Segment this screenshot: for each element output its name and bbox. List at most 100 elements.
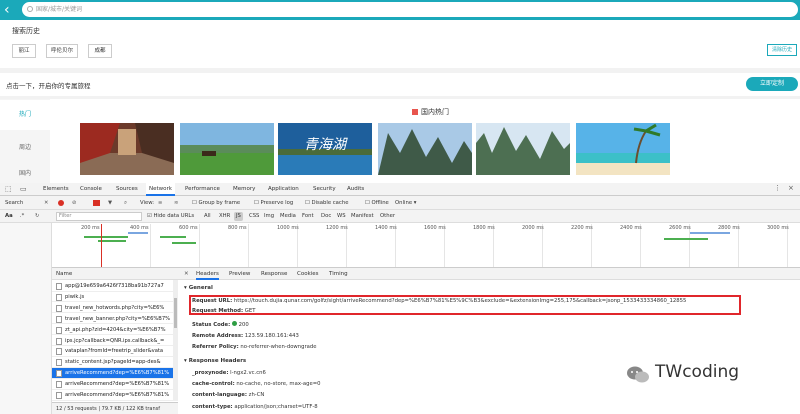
history-item[interactable]: 呼伦贝尔: [46, 44, 78, 58]
scroll-thumb[interactable]: [174, 298, 177, 328]
photo-qinghai-lake[interactable]: 青海湖: [278, 123, 372, 175]
request-row[interactable]: arriveRecommend?dep=%E6%B7%81%: [52, 368, 178, 379]
disable-cache-checkbox[interactable]: ☐ Disable cache: [305, 196, 348, 210]
back-arrow-icon[interactable]: ‹: [4, 1, 18, 19]
type-img[interactable]: Img: [264, 210, 274, 223]
nav-item-domestic[interactable]: 国内: [0, 165, 50, 183]
request-row[interactable]: travel_new_hotwords.php?city=%E6%: [52, 303, 178, 314]
tab-console[interactable]: Console: [80, 183, 102, 196]
timeline-tick: 2400 ms: [620, 225, 642, 231]
type-xhr[interactable]: XHR: [219, 210, 230, 223]
match-case-toggle[interactable]: Aa: [5, 210, 13, 223]
request-name: static_content.jsp?pageId=app-des&: [65, 359, 161, 366]
refresh-icon[interactable]: ↻: [35, 210, 39, 223]
list-scrollbar[interactable]: [173, 280, 178, 400]
tab-headers[interactable]: Headers: [196, 268, 219, 280]
type-all[interactable]: All: [204, 210, 211, 223]
photo-grassland[interactable]: [180, 123, 274, 175]
record-icon[interactable]: [58, 200, 64, 206]
type-other[interactable]: Other: [380, 210, 395, 223]
tab-cookies[interactable]: Cookies: [297, 268, 319, 280]
waterfall-bar: [664, 238, 708, 240]
tab-security[interactable]: Security: [313, 183, 336, 196]
waterfall-view-icon[interactable]: ≋: [174, 196, 178, 210]
clear-icon[interactable]: ⊘: [72, 196, 76, 210]
referrer-policy-row: Referrer Policy: no-referrer-when-downgr…: [192, 344, 317, 350]
nav-item-hot[interactable]: 热门: [0, 100, 50, 130]
type-doc[interactable]: Doc: [321, 210, 331, 223]
request-name: arriveRecommend?dep=%E6%B7%81%: [65, 381, 170, 388]
close-details-icon[interactable]: ✕: [184, 268, 189, 280]
tab-timing[interactable]: Timing: [329, 268, 348, 280]
search-input[interactable]: 国家/城市/关键词: [22, 2, 798, 17]
watermark-text: TWcoding: [655, 362, 740, 382]
timeline-tick: 200 ms: [81, 225, 100, 231]
nav-item-nearby[interactable]: 周边: [0, 133, 50, 163]
grid-line: [248, 224, 249, 267]
request-row[interactable]: zt_api.php?zid=4204&city=%E6%B7%: [52, 325, 178, 336]
tab-audits[interactable]: Audits: [347, 183, 364, 196]
wechat-icon: [627, 366, 649, 383]
timeline-tick: 2200 ms: [571, 225, 593, 231]
history-item[interactable]: 丽江: [12, 44, 36, 58]
list-view-icon[interactable]: ≡: [158, 196, 162, 210]
type-css[interactable]: CSS: [249, 210, 259, 223]
request-row[interactable]: static_content.jsp?pageId=app-des&: [52, 357, 178, 368]
search-icon[interactable]: ⌕: [124, 196, 127, 210]
more-icon[interactable]: ⋮: [774, 184, 781, 192]
inspect-icon[interactable]: ⬚: [5, 185, 12, 193]
regex-toggle[interactable]: .*: [20, 210, 24, 223]
throttle-select[interactable]: Online ▾: [395, 196, 416, 210]
filter-icon[interactable]: ▼: [108, 196, 112, 210]
close-icon[interactable]: ×: [788, 184, 794, 192]
request-name: ips.jcp?callback=QNR.ips.callback&_=: [65, 337, 165, 344]
request-row[interactable]: ips.jcp?callback=QNR.ips.callback&_=: [52, 336, 178, 347]
tab-application[interactable]: Application: [268, 183, 299, 196]
waterfall-bar: [84, 236, 128, 238]
customize-button[interactable]: 立即定制: [746, 77, 798, 91]
hide-data-urls-checkbox[interactable]: ☑ Hide data URLs: [147, 210, 194, 223]
offline-checkbox[interactable]: ☐ Offline: [365, 196, 389, 210]
response-headers-toggle[interactable]: ▾ Response Headers: [184, 358, 246, 364]
clear-history-button[interactable]: 清除历史: [767, 44, 797, 56]
tab-elements[interactable]: Elements: [43, 183, 69, 196]
request-name: travel_new_banner.php?city=%E6%B7%: [65, 315, 171, 322]
type-ws[interactable]: WS: [337, 210, 346, 223]
filter-input[interactable]: Filter: [56, 212, 142, 221]
file-icon: [56, 293, 62, 301]
file-icon: [56, 315, 62, 323]
photo-beach[interactable]: [576, 123, 670, 175]
tab-network[interactable]: Network: [146, 183, 175, 196]
photo-mountains[interactable]: [378, 123, 472, 175]
tab-performance[interactable]: Performance: [185, 183, 220, 196]
tab-preview[interactable]: Preview: [229, 268, 250, 280]
name-column-header[interactable]: Name: [52, 268, 178, 280]
tab-sources[interactable]: Sources: [116, 183, 138, 196]
status-dot-icon: [231, 321, 237, 326]
camera-icon[interactable]: [93, 200, 100, 206]
tab-response[interactable]: Response: [261, 268, 287, 280]
type-js[interactable]: JS: [234, 212, 243, 221]
group-by-frame-checkbox[interactable]: ☐ Group by frame: [192, 196, 240, 210]
photo-karst[interactable]: [476, 123, 570, 175]
request-row[interactable]: app@19e659a6426f7318ba91b727a7: [52, 281, 178, 292]
device-icon[interactable]: ▭: [20, 185, 27, 193]
request-row[interactable]: piwik.js: [52, 292, 178, 303]
preserve-log-checkbox[interactable]: ☐ Preserve log: [254, 196, 293, 210]
general-section-toggle[interactable]: ▾ General: [184, 285, 213, 291]
request-row[interactable]: travel_new_banner.php?city=%E6%B7%: [52, 314, 178, 325]
close-search-icon[interactable]: ✕: [44, 196, 48, 210]
timeline-tick: 1000 ms: [277, 225, 299, 231]
history-title: 搜索历史: [12, 27, 40, 35]
request-row[interactable]: vataplan?fromId=freetrip_slider&vata: [52, 346, 178, 357]
history-item[interactable]: 成都: [88, 44, 112, 58]
search-mode-label[interactable]: Search: [5, 196, 23, 210]
request-name: app@19e659a6426f7318ba91b727a7: [65, 283, 164, 289]
type-manifest[interactable]: Manifest: [351, 210, 374, 223]
request-row[interactable]: arriveRecommend?dep=%E6%B7%81%: [52, 390, 178, 401]
type-font[interactable]: Font: [302, 210, 314, 223]
photo-old-town[interactable]: [80, 123, 174, 175]
tab-memory[interactable]: Memory: [233, 183, 255, 196]
request-row[interactable]: arriveRecommend?dep=%E6%B7%81%: [52, 379, 178, 390]
type-media[interactable]: Media: [280, 210, 296, 223]
